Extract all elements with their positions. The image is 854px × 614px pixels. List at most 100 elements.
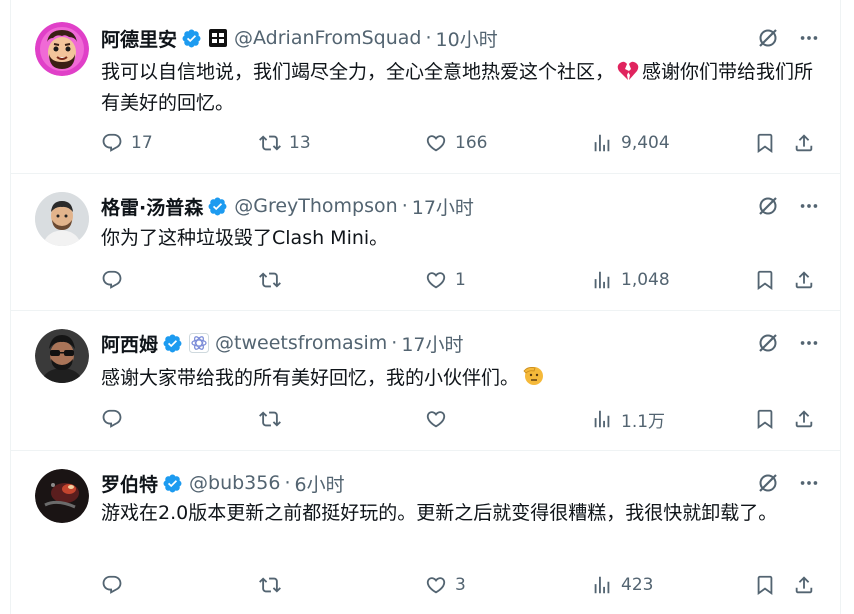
like-button[interactable]: 3 <box>425 572 466 598</box>
views-button[interactable]: 1.1万 <box>591 406 665 432</box>
share-button[interactable] <box>793 406 815 432</box>
tweet-text: 游戏在2.0版本更新之前都挺好玩的。更新之后就变得很糟糕，我很快就卸载了。 <box>101 502 778 524</box>
reply-button[interactable] <box>101 267 131 293</box>
analytics-icon <box>591 132 613 154</box>
heart-icon <box>425 132 447 154</box>
tweet-text: 感谢大家带给我的所有美好回忆，我的小伙伴们。 <box>101 363 821 395</box>
tweet-actions: 1 1,048 <box>101 267 821 293</box>
verified-badge-icon[interactable] <box>181 28 202 49</box>
like-button[interactable]: 166 <box>425 130 487 156</box>
views-count: 1,048 <box>621 270 670 290</box>
like-count: 166 <box>455 133 488 153</box>
like-count: 3 <box>455 575 466 595</box>
bookmark-button[interactable] <box>754 406 776 432</box>
display-name[interactable]: 格雷·汤普森 <box>101 193 203 220</box>
grok-icon[interactable] <box>756 471 780 495</box>
bookmark-icon <box>754 269 776 291</box>
handle[interactable]: @AdrianFromSquad <box>234 27 421 49</box>
reply-button[interactable] <box>101 406 131 432</box>
more-options-icon[interactable] <box>798 332 820 354</box>
share-button[interactable] <box>793 572 815 598</box>
avatar[interactable] <box>35 469 89 523</box>
timestamp[interactable]: 10小时 <box>436 25 498 52</box>
reply-icon <box>101 574 123 596</box>
views-button[interactable]: 1,048 <box>591 267 670 293</box>
verified-badge-icon[interactable] <box>162 333 183 354</box>
avatar[interactable] <box>35 329 89 383</box>
feed-right-border <box>840 0 841 614</box>
bookmark-button[interactable] <box>754 130 776 156</box>
tweet[interactable]: 阿德里安 @AdrianFromSquad · 10小时 我可以自信地说，我们竭… <box>11 0 840 174</box>
tweet-actions: 17 13 166 9,404 <box>101 130 821 156</box>
saluting-face-emoji <box>522 363 546 395</box>
tweet-text: 你为了这种垃圾毁了Clash Mini。 <box>101 227 389 249</box>
tweet[interactable]: 阿西姆 @tweetsfromasim · 17小时 感谢大家带给我的所有美好回… <box>11 311 840 451</box>
verified-badge-icon[interactable] <box>162 473 183 494</box>
reply-count: 17 <box>131 133 153 153</box>
display-name[interactable]: 阿西姆 <box>101 330 158 357</box>
retweet-button[interactable] <box>259 572 289 598</box>
bookmark-icon <box>754 132 776 154</box>
grok-icon[interactable] <box>756 194 780 218</box>
analytics-icon <box>591 574 613 596</box>
tweet[interactable]: 罗伯特 @bub356 · 6小时 游戏在2.0版本更新之前都挺好玩的。更新之后… <box>11 451 840 614</box>
reply-button[interactable] <box>101 572 131 598</box>
tweet-header: 格雷·汤普森 @GreyThompson · 17小时 <box>101 190 474 222</box>
tweet[interactable]: 格雷·汤普森 @GreyThompson · 17小时 你为了这种垃圾毁了Cla… <box>11 174 840 311</box>
retweet-button[interactable] <box>259 406 289 432</box>
tweet-top-actions <box>756 194 820 218</box>
more-options-icon[interactable] <box>798 472 820 494</box>
display-name[interactable]: 阿德里安 <box>101 25 177 52</box>
handle[interactable]: @tweetsfromasim <box>215 332 387 354</box>
bookmark-icon <box>754 408 776 430</box>
tweet-top-actions <box>756 26 820 50</box>
separator-dot: · <box>284 472 291 494</box>
retweet-button[interactable] <box>259 267 289 293</box>
views-button[interactable]: 9,404 <box>591 130 670 156</box>
like-button[interactable] <box>425 406 455 432</box>
retweet-icon <box>259 132 281 154</box>
views-count: 423 <box>621 575 654 595</box>
share-icon <box>793 269 815 291</box>
handle[interactable]: @GreyThompson <box>234 195 397 217</box>
share-button[interactable] <box>793 130 815 156</box>
display-name[interactable]: 罗伯特 <box>101 470 158 497</box>
separator-dot: · <box>391 332 398 354</box>
retweet-button[interactable]: 13 <box>259 130 311 156</box>
share-icon <box>793 408 815 430</box>
affiliate-badge-icon[interactable] <box>208 28 228 48</box>
retweet-count: 13 <box>289 133 311 153</box>
reply-icon <box>101 132 123 154</box>
affiliate-badge-icon[interactable] <box>189 333 210 353</box>
tweet-actions: 1.1万 <box>101 406 821 432</box>
views-count: 9,404 <box>621 133 670 153</box>
grok-icon[interactable] <box>756 26 780 50</box>
heart-icon <box>425 269 447 291</box>
avatar[interactable] <box>35 22 89 76</box>
analytics-icon <box>591 408 613 430</box>
bookmark-button[interactable] <box>754 572 776 598</box>
broken-heart-emoji <box>617 61 639 89</box>
bookmark-button[interactable] <box>754 267 776 293</box>
tweet-text-part: 感谢大家带给我的所有美好回忆，我的小伙伴们。 <box>101 367 520 389</box>
separator-dot: · <box>425 27 432 49</box>
share-icon <box>793 132 815 154</box>
timestamp[interactable]: 17小时 <box>401 330 463 357</box>
verified-badge-icon[interactable] <box>207 196 228 217</box>
reply-button[interactable]: 17 <box>101 130 153 156</box>
share-button[interactable] <box>793 267 815 293</box>
timestamp[interactable]: 6小时 <box>295 470 345 497</box>
grok-icon[interactable] <box>756 331 780 355</box>
separator-dot: · <box>401 195 408 217</box>
retweet-icon <box>259 269 281 291</box>
views-button[interactable]: 423 <box>591 572 653 598</box>
handle[interactable]: @bub356 <box>189 472 280 494</box>
tweet-actions: 3 423 <box>101 572 821 598</box>
more-options-icon[interactable] <box>798 27 820 49</box>
analytics-icon <box>591 269 613 291</box>
avatar[interactable] <box>35 192 89 246</box>
more-options-icon[interactable] <box>798 195 820 217</box>
timestamp[interactable]: 17小时 <box>412 193 474 220</box>
like-button[interactable]: 1 <box>425 267 466 293</box>
reply-icon <box>101 408 123 430</box>
